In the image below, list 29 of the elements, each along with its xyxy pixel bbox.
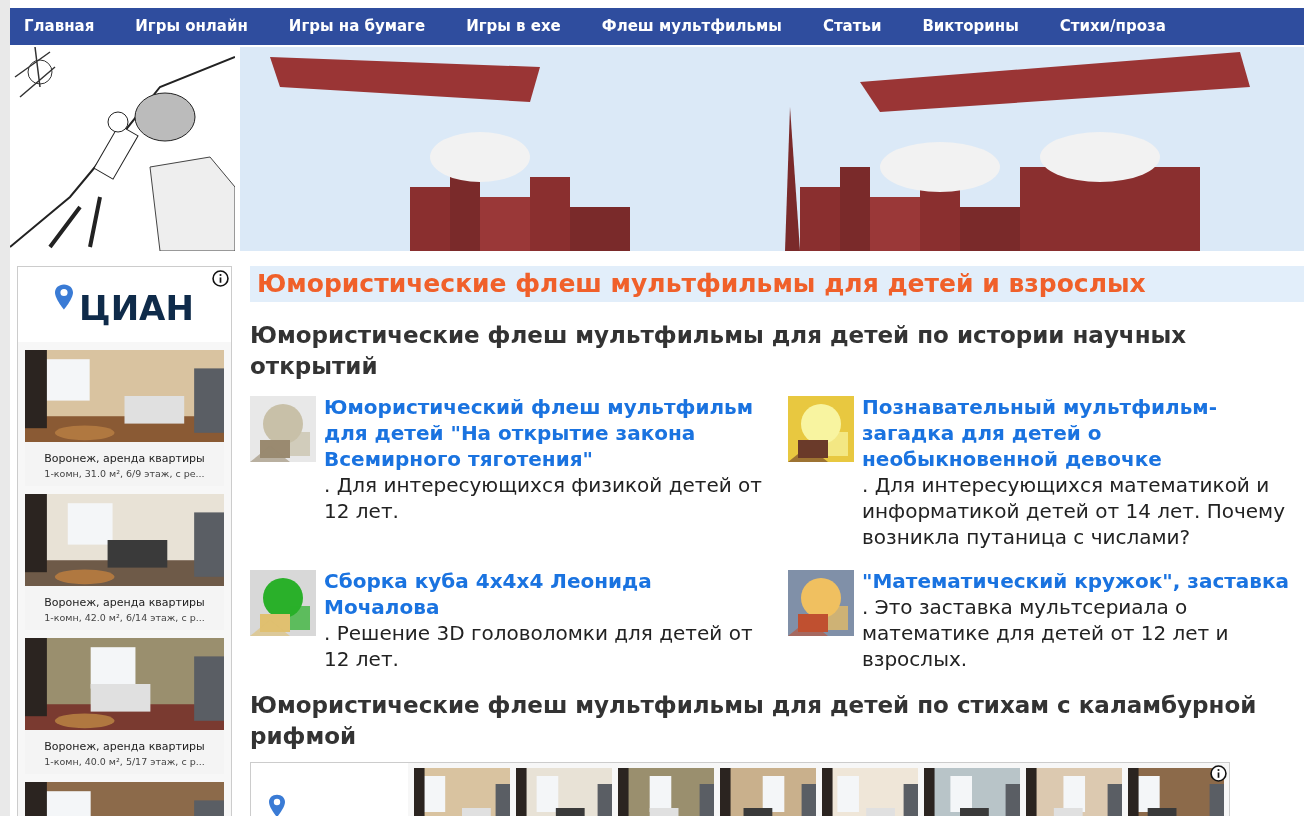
item-link[interactable]: "Математический кружок", заставка xyxy=(862,568,1304,594)
listing-title: Воронеж, аренда квартиры xyxy=(43,596,206,610)
item-link[interactable]: Юмористический флеш мультфильм для детей "На открытие закона Всемирного тяготения" xyxy=(324,394,770,472)
item-link[interactable]: Сборка куба 4x4x4 Леонида Мочалова xyxy=(324,568,770,620)
listing-title: Воронеж, аренда квартиры xyxy=(43,452,206,466)
section-heading: Юмористические флеш мультфильмы для детей по стихам с каламбурной рифмой xyxy=(250,691,1258,751)
listing-details: 1-комн, 42.0 м², 6/14 этаж, с р... xyxy=(43,611,206,625)
section-heading: Юмористические флеш мультфильмы для детей по истории научных открытий xyxy=(250,321,1188,381)
pin-icon xyxy=(269,794,285,816)
info-icon[interactable] xyxy=(1210,765,1227,782)
listing-details: 1-комн, 31.0 м², 6/9 этаж, с ре... xyxy=(43,467,206,481)
item-link[interactable]: Познавательный мультфильм-загадка для детей о необыкновенной девочке xyxy=(862,394,1304,472)
item-description: . Решение 3D головоломки для детей от 12 лет. xyxy=(324,621,753,671)
nav-link[interactable]: Статьи xyxy=(822,15,882,38)
nav-link[interactable]: Стихи/проза xyxy=(1059,15,1166,38)
listing-details: 1-комн, 40.0 м², 5/17 этаж, с р... xyxy=(43,755,206,769)
item-description: . Для интересующихся физикой детей от 12 лет. xyxy=(324,473,762,523)
page-title: Юмористические флеш мультфильмы для детей и взрослых xyxy=(250,266,1304,302)
nav-link[interactable]: Игры онлайн xyxy=(135,15,248,38)
listing-title: Воронеж, аренда квартиры xyxy=(43,740,206,754)
nav-link[interactable]: Игры на бумаге xyxy=(288,15,426,38)
nav-link[interactable]: Игры в exe xyxy=(466,15,561,38)
nav-link[interactable]: Главная xyxy=(24,15,95,38)
pin-icon xyxy=(55,283,74,310)
nav-link[interactable]: Флеш мультфильмы xyxy=(601,15,782,38)
item-description: . Для интересующихся математикой и информатикой детей от 14 лет. Почему возникла путаница с числами? xyxy=(862,473,1286,549)
nav-link[interactable]: Викторины xyxy=(922,15,1019,38)
info-icon[interactable] xyxy=(212,270,229,287)
item-description: . Это заставка мультсериала о математике для детей от 12 лет и взрослых. xyxy=(862,595,1229,671)
